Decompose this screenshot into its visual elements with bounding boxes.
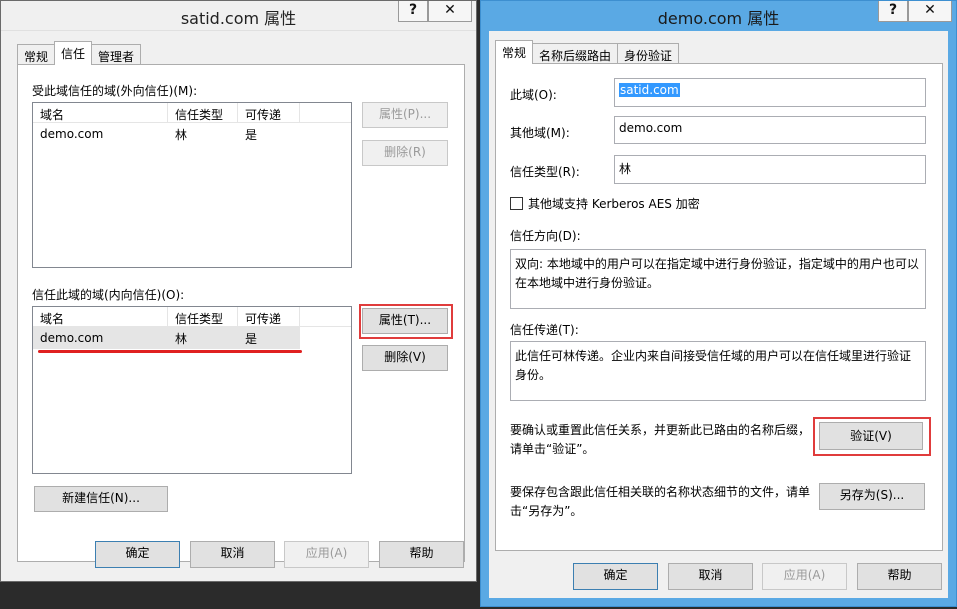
incoming-remove-button[interactable]: 删除(V) [362,345,448,371]
close-icon[interactable]: ✕ [908,1,952,22]
cell-transitive: 是 [245,127,258,142]
column-transitive[interactable]: 可传递 [238,307,300,326]
outgoing-remove-button[interactable]: 删除(R) [362,140,448,166]
incoming-trusts-label: 信任此域的域(内向信任)(O): [32,288,185,302]
trusts-panel: 受此域信任的域(外向信任)(M): 域名 信任类型 可传递 demo.com 林… [17,64,465,562]
cancel-button[interactable]: 取消 [190,541,275,568]
ok-button[interactable]: 确定 [573,563,658,590]
title-bar[interactable]: demo.com 属性 ? ✕ [481,1,956,31]
aes-checkbox-label: 其他域支持 Kerberos AES 加密 [528,197,700,211]
table-row[interactable]: demo.com 林 是 [33,123,351,145]
tab-strip: 常规 名称后缀路由 身份验证 [495,40,680,64]
help-button[interactable]: 帮助 [857,563,942,590]
tab-general[interactable]: 常规 [495,40,534,64]
transitivity-label: 信任传递(T): [510,323,579,337]
incoming-trusts-list[interactable]: 域名 信任类型 可传递 demo.com 林 是 [32,306,352,474]
save-as-button[interactable]: 另存为(S)... [819,483,925,510]
column-trust-type[interactable]: 信任类型 [168,307,238,326]
dialog-client: 常规 信任 管理者 受此域信任的域(外向信任)(M): 域名 信任类型 可传递 … [1,32,476,581]
cell-type: 林 [175,331,188,346]
aes-checkbox[interactable]: 其他域支持 Kerberos AES 加密 [510,195,700,212]
general-panel: 此域(O): satid.com 其他域(M): demo.com 信任类型(R… [495,63,943,551]
tab-name-suffix-routing[interactable]: 名称后缀路由 [532,43,619,64]
red-highlight-annotation [813,417,931,456]
apply-button[interactable]: 应用(A) [762,563,847,590]
table-row[interactable]: demo.com 林 是 [33,327,300,349]
help-icon[interactable]: ? [878,1,908,22]
column-domain-name[interactable]: 域名 [33,103,168,122]
list-header: 域名 信任类型 可传递 [33,307,351,327]
tab-general[interactable]: 常规 [17,44,56,65]
tab-strip: 常规 信任 管理者 [17,41,142,65]
ok-button[interactable]: 确定 [95,541,180,568]
cell-domain: demo.com [40,127,104,141]
other-domain-field[interactable]: demo.com [614,116,926,144]
transitivity-text: 此信任可林传递。企业内来自间接受信任域的用户可以在信任域里进行验证身份。 [510,341,926,401]
demo-properties-window: demo.com 属性 ? ✕ 常规 名称后缀路由 身份验证 此域(O): sa… [480,0,957,607]
red-underline-annotation [38,350,302,353]
tab-trusts[interactable]: 信任 [54,41,93,65]
red-highlight-annotation [359,304,453,339]
trust-direction-label: 信任方向(D): [510,229,581,243]
saveas-description: 要保存包含跟此信任相关联的名称状态细节的文件，请单击“另存为”。 [510,485,811,518]
outgoing-properties-button[interactable]: 属性(P)... [362,102,448,128]
this-domain-value: satid.com [619,83,680,97]
outgoing-trusts-list[interactable]: 域名 信任类型 可传递 demo.com 林 是 [32,102,352,268]
cell-transitive: 是 [245,331,258,346]
column-transitive[interactable]: 可传递 [238,103,300,122]
tab-authentication[interactable]: 身份验证 [617,43,680,64]
close-icon[interactable]: ✕ [428,1,472,22]
column-trust-type[interactable]: 信任类型 [168,103,238,122]
outgoing-trusts-label: 受此域信任的域(外向信任)(M): [32,84,198,98]
cancel-button[interactable]: 取消 [668,563,753,590]
column-domain-name[interactable]: 域名 [33,307,168,326]
tab-managed-by[interactable]: 管理者 [91,44,142,65]
this-domain-field[interactable]: satid.com [614,78,926,107]
other-domain-label: 其他域(M): [510,126,570,140]
satid-properties-window: satid.com 属性 ? ✕ 常规 信任 管理者 受此域信任的域(外向信任)… [0,0,477,582]
help-icon[interactable]: ? [398,1,428,22]
title-bar[interactable]: satid.com 属性 ? ✕ [1,1,476,31]
cell-type: 林 [175,127,188,142]
validate-description: 要确认或重置此信任关系，并更新此已路由的名称后缀，请单击“验证”。 [510,423,811,456]
checkbox-icon[interactable] [510,197,523,210]
trust-type-field[interactable]: 林 [614,155,926,184]
this-domain-label: 此域(O): [510,88,557,102]
trust-type-label: 信任类型(R): [510,165,580,179]
dialog-client: 常规 名称后缀路由 身份验证 此域(O): satid.com 其他域(M): … [489,31,948,598]
trust-direction-text: 双向: 本地域中的用户可以在指定域中进行身份验证，指定域中的用户也可以在本地域中… [510,249,926,309]
list-header: 域名 信任类型 可传递 [33,103,351,123]
taskbar-strip [0,583,478,609]
apply-button[interactable]: 应用(A) [284,541,369,568]
help-button[interactable]: 帮助 [379,541,464,568]
cell-domain: demo.com [40,331,104,345]
new-trust-button[interactable]: 新建信任(N)... [34,486,168,512]
